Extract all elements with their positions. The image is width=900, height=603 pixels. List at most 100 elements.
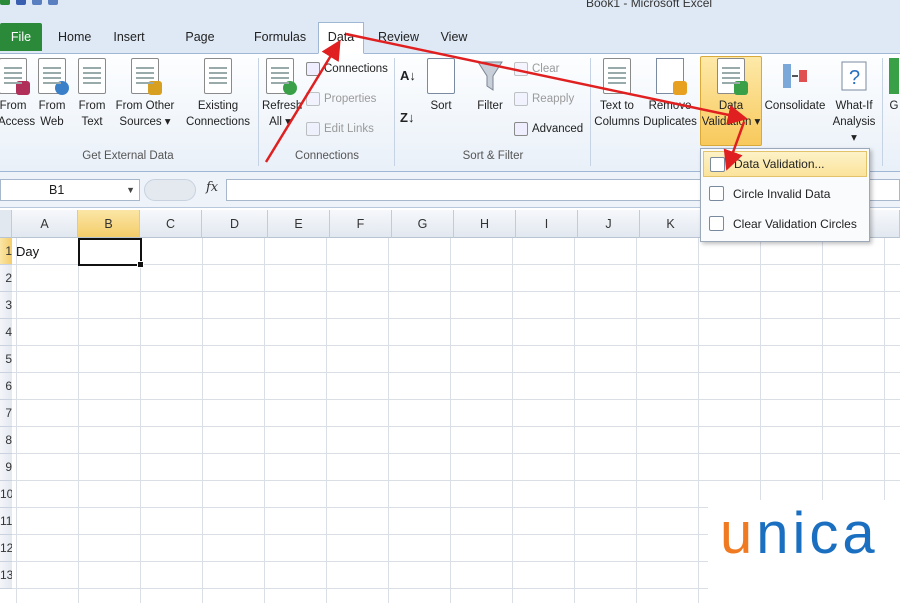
refresh-all-button[interactable]: Refresh All ▾ bbox=[262, 58, 302, 130]
advanced-filter-button[interactable]: Advanced bbox=[514, 122, 583, 136]
clear-validation-circles-icon bbox=[709, 216, 724, 231]
from-other-sources-button[interactable]: From Other Sources ▾ bbox=[114, 58, 176, 130]
formula-cancel-enter-area bbox=[144, 179, 196, 201]
tab-view[interactable]: View bbox=[440, 24, 468, 50]
tab-home[interactable]: Home bbox=[58, 24, 91, 50]
connections-button[interactable]: Connections bbox=[306, 62, 388, 76]
row-header-2[interactable]: 2 bbox=[0, 265, 12, 292]
row-header-3[interactable]: 3 bbox=[0, 292, 12, 319]
group-separator bbox=[394, 58, 395, 166]
row-header-5[interactable]: 5 bbox=[0, 346, 12, 373]
excel-logo-icon bbox=[0, 0, 10, 5]
window-title: Book1 - Microsoft Excel bbox=[586, 0, 713, 10]
active-cell-b1[interactable] bbox=[78, 238, 144, 268]
refresh-icon bbox=[266, 58, 297, 95]
data-validation-icon bbox=[717, 58, 748, 95]
column-header-c[interactable]: C bbox=[140, 210, 202, 238]
row-header-11[interactable]: 11 bbox=[0, 508, 12, 535]
logo-text: unica bbox=[720, 501, 879, 566]
group-label-get-external-data: Get External Data bbox=[82, 150, 174, 162]
remove-duplicates-button[interactable]: Remove Duplicates bbox=[642, 58, 698, 130]
svg-text:?: ? bbox=[849, 67, 860, 89]
column-header-h[interactable]: H bbox=[454, 210, 516, 238]
other-sources-icon bbox=[131, 58, 162, 95]
row-header-7[interactable]: 7 bbox=[0, 400, 12, 427]
tab-formulas[interactable]: Formulas bbox=[254, 24, 306, 50]
web-globe-icon bbox=[38, 58, 69, 95]
insert-function-icon[interactable]: fx bbox=[206, 180, 218, 195]
properties-button[interactable]: Properties bbox=[306, 92, 376, 106]
title-bar: Book1 - Microsoft Excel bbox=[0, 0, 900, 14]
filter-funnel-icon bbox=[476, 58, 504, 94]
row-header-12[interactable]: 12 bbox=[0, 535, 12, 562]
column-header-e[interactable]: E bbox=[268, 210, 330, 238]
tab-insert[interactable]: Insert bbox=[112, 24, 146, 50]
what-if-analysis-icon: ? bbox=[840, 58, 868, 94]
menu-item-circle-invalid-data[interactable]: Circle Invalid Data bbox=[703, 181, 867, 207]
edit-links-icon bbox=[306, 122, 320, 136]
tab-page-layout[interactable]: Page Layout bbox=[168, 24, 232, 70]
column-header-d[interactable]: D bbox=[202, 210, 268, 238]
from-text-button[interactable]: From Text bbox=[76, 58, 108, 130]
row-header-13[interactable]: 13 bbox=[0, 562, 12, 589]
circle-invalid-data-icon bbox=[709, 186, 724, 201]
existing-connections-button[interactable]: Existing Connections bbox=[184, 58, 252, 130]
quick-access-toolbar bbox=[0, 0, 58, 9]
sort-z-to-a-button[interactable]: Z↓ bbox=[400, 110, 414, 125]
redo-icon[interactable] bbox=[48, 0, 58, 5]
column-header-f[interactable]: F bbox=[330, 210, 392, 238]
what-if-analysis-button[interactable]: ? What-If Analysis ▾ bbox=[830, 58, 878, 146]
column-header-b[interactable]: B bbox=[78, 210, 140, 238]
row-header-4[interactable]: 4 bbox=[0, 319, 12, 346]
reapply-button[interactable]: Reapply bbox=[514, 92, 574, 106]
row-header-1[interactable]: 1 bbox=[0, 238, 12, 265]
from-web-button[interactable]: From Web bbox=[36, 58, 69, 130]
unica-logo: unica bbox=[708, 500, 900, 603]
data-validation-icon bbox=[710, 157, 725, 172]
tab-data[interactable]: Data bbox=[318, 22, 364, 54]
name-box[interactable]: B1 ▼ bbox=[0, 179, 140, 201]
properties-icon bbox=[306, 92, 320, 106]
reapply-icon bbox=[514, 92, 528, 106]
ribbon-tab-bar: File Home Insert Page Layout Formulas Da… bbox=[0, 14, 900, 70]
row-header-9[interactable]: 9 bbox=[0, 454, 12, 481]
row-header-6[interactable]: 6 bbox=[0, 373, 12, 400]
save-icon[interactable] bbox=[16, 0, 26, 5]
cell-a1[interactable]: Day bbox=[16, 244, 39, 259]
tab-review[interactable]: Review bbox=[378, 24, 419, 50]
sort-a-z-icon: A↓ bbox=[400, 68, 416, 83]
sort-button[interactable]: Sort bbox=[424, 58, 458, 114]
group-label-connections: Connections bbox=[295, 150, 359, 162]
undo-icon[interactable] bbox=[32, 0, 42, 5]
advanced-filter-icon bbox=[514, 122, 528, 136]
clear-filter-button[interactable]: Clear bbox=[514, 62, 559, 76]
chevron-down-icon[interactable]: ▼ bbox=[126, 180, 135, 200]
edit-links-button[interactable]: Edit Links bbox=[306, 122, 374, 136]
column-header-g[interactable]: G bbox=[392, 210, 454, 238]
column-header-i[interactable]: I bbox=[516, 210, 578, 238]
formula-controls: fx bbox=[144, 179, 228, 201]
sort-z-a-icon: Z↓ bbox=[400, 110, 415, 125]
menu-item-clear-validation-circles[interactable]: Clear Validation Circles bbox=[703, 211, 867, 237]
menu-item-data-validation[interactable]: Data Validation... bbox=[703, 151, 867, 177]
filter-button[interactable]: Filter bbox=[472, 58, 508, 114]
row-header-10[interactable]: 10 bbox=[0, 481, 12, 508]
group-separator bbox=[882, 58, 883, 166]
consolidate-icon bbox=[781, 58, 809, 94]
group-separator bbox=[590, 58, 591, 166]
tab-file[interactable]: File bbox=[0, 23, 42, 51]
text-to-columns-button[interactable]: Text to Columns bbox=[594, 58, 640, 130]
column-header-a[interactable]: A bbox=[12, 210, 78, 238]
column-header-k[interactable]: K bbox=[640, 210, 702, 238]
from-access-button[interactable]: From Access bbox=[0, 58, 35, 130]
connections-icon bbox=[306, 62, 320, 76]
select-all-corner[interactable] bbox=[0, 210, 12, 238]
row-header-8[interactable]: 8 bbox=[0, 427, 12, 454]
data-validation-button[interactable]: Data Validation ▾ bbox=[700, 58, 762, 130]
sort-a-to-z-button[interactable]: A↓ bbox=[400, 68, 416, 83]
group-separator bbox=[258, 58, 259, 166]
group-button[interactable]: G bbox=[888, 58, 900, 114]
column-header-j[interactable]: J bbox=[578, 210, 640, 238]
text-file-icon bbox=[78, 58, 106, 94]
consolidate-button[interactable]: Consolidate bbox=[764, 58, 826, 114]
